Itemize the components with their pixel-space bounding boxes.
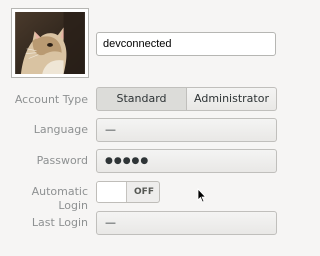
- switch-state-text: OFF: [134, 187, 154, 197]
- last-login-value: —: [105, 216, 116, 229]
- switch-knob: [97, 182, 127, 202]
- language-label: Language: [33, 123, 88, 136]
- account-type-standard-button[interactable]: Standard: [96, 87, 187, 111]
- automatic-login-label: Automatic Login: [31, 185, 88, 212]
- account-type-label: Account Type: [14, 93, 88, 106]
- language-button[interactable]: —: [96, 118, 277, 142]
- account-type-administrator-button[interactable]: Administrator: [187, 87, 277, 111]
- automatic-login-switch[interactable]: OFF: [96, 181, 160, 203]
- password-value: ●●●●●: [105, 156, 150, 166]
- mouse-cursor-icon: [197, 188, 207, 203]
- account-type-selector: Standard Administrator: [96, 87, 277, 111]
- language-value: —: [105, 123, 116, 136]
- last-login-button[interactable]: —: [96, 211, 277, 235]
- password-button[interactable]: ●●●●●: [96, 149, 277, 173]
- password-label: Password: [36, 154, 88, 167]
- last-login-label: Last Login: [31, 216, 88, 229]
- user-avatar[interactable]: [11, 8, 89, 78]
- cat-photo-icon: [15, 12, 85, 74]
- username-field[interactable]: [96, 32, 276, 56]
